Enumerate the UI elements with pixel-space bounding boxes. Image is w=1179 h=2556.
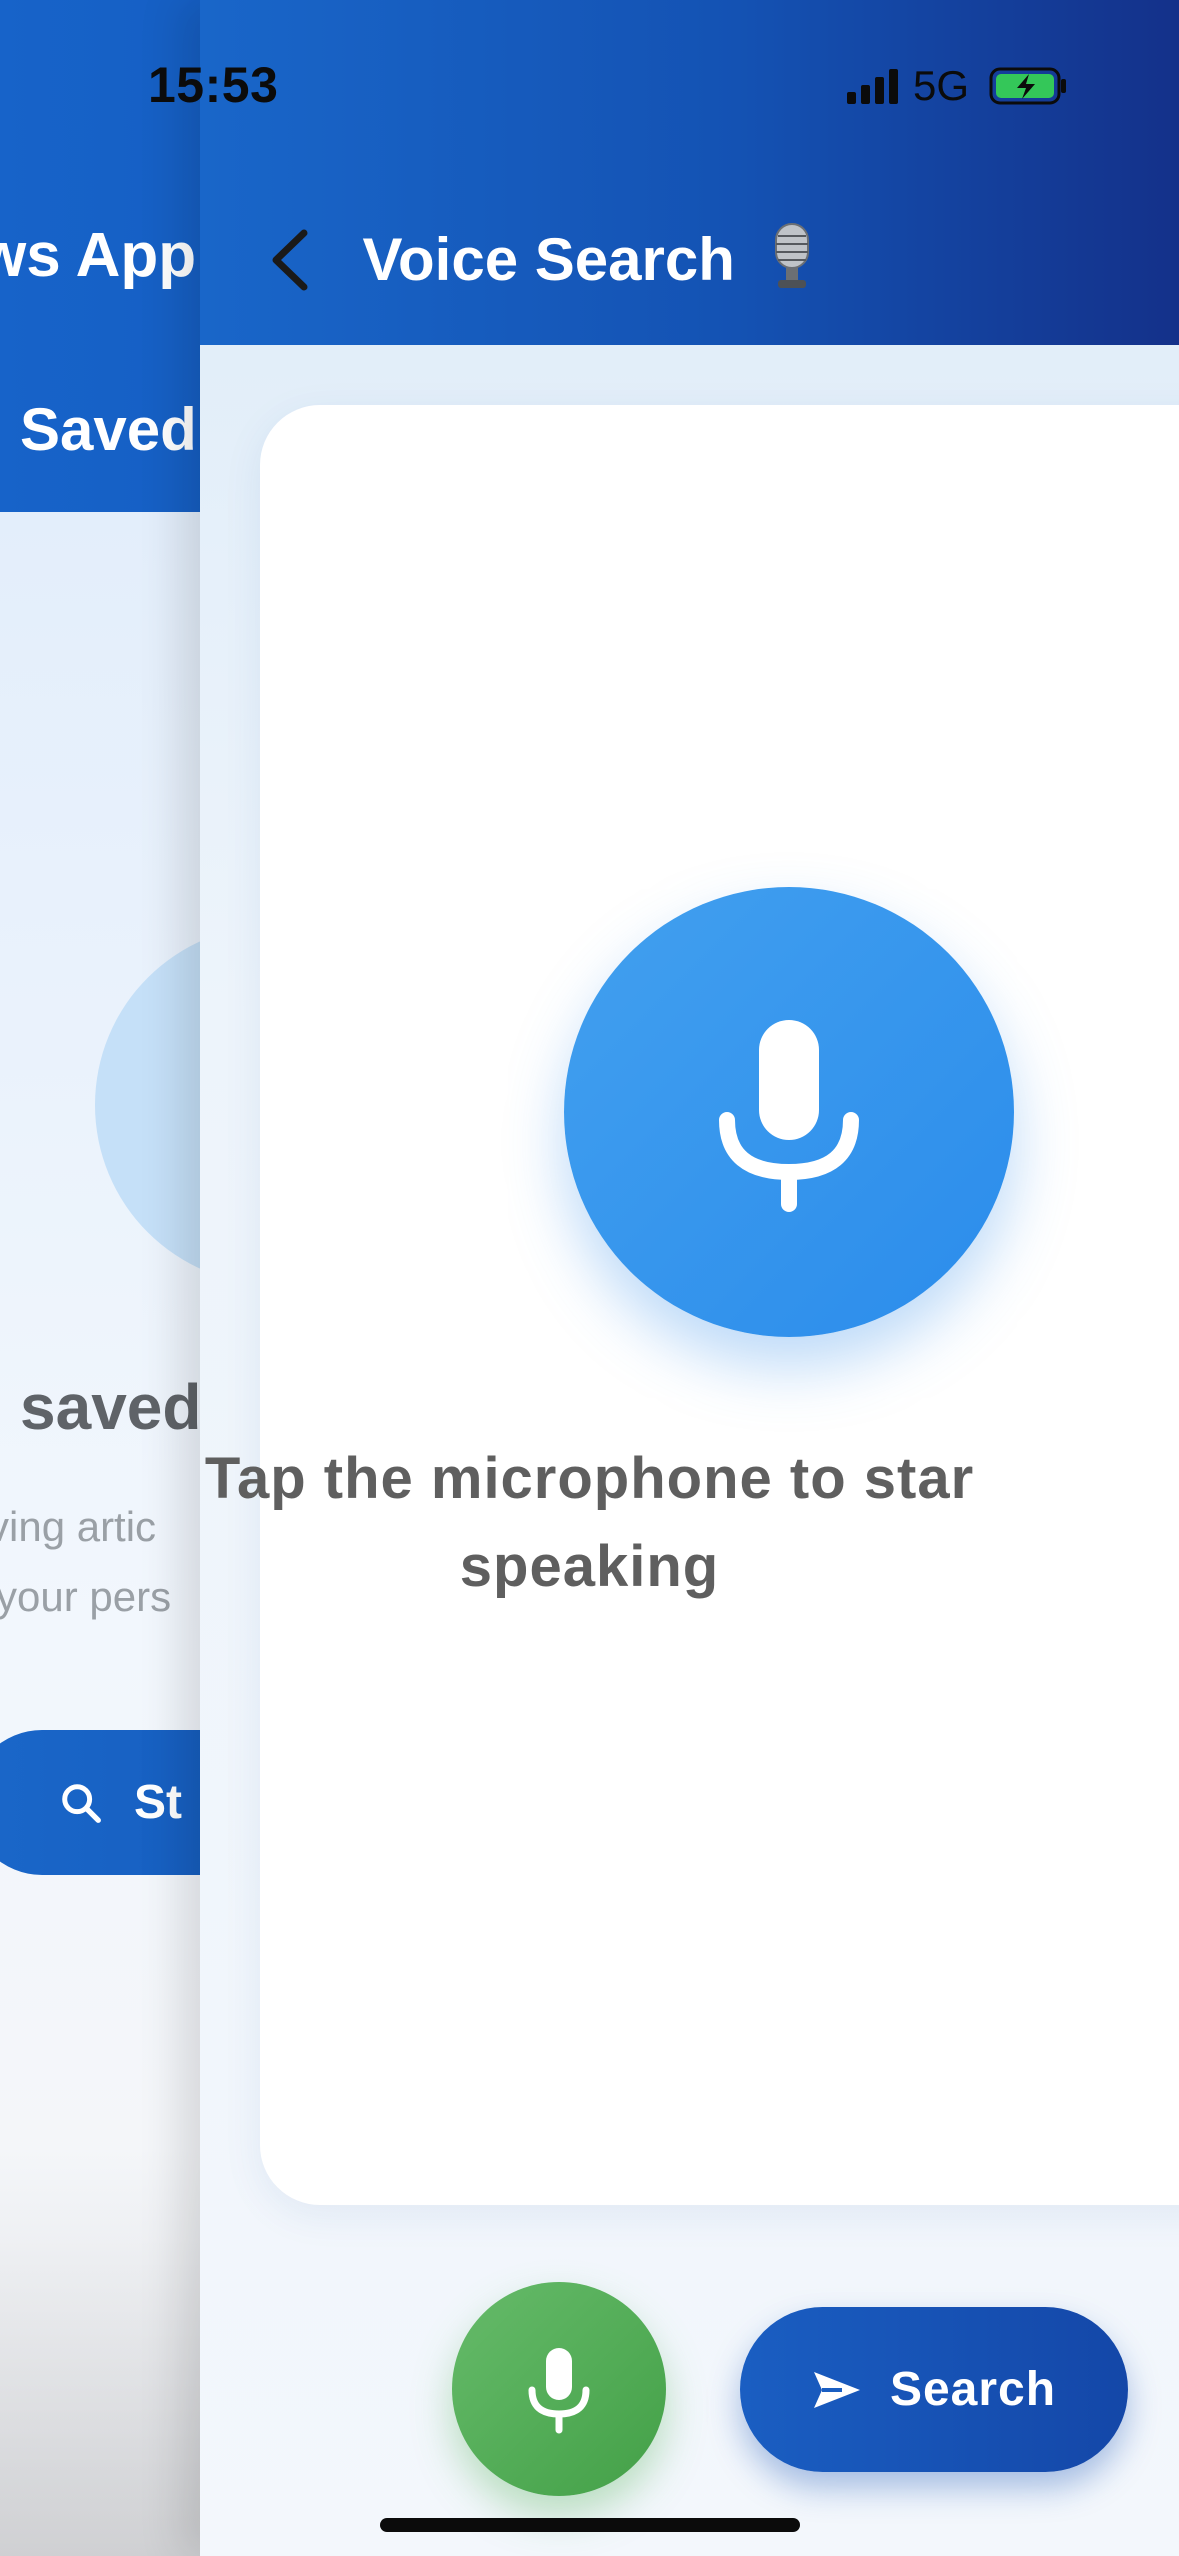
voice-search-page: Voice Search Tap the microphone to star … [200, 0, 1179, 2556]
studio-microphone-icon [766, 222, 818, 306]
background-empty-text: your pers [0, 1573, 172, 1620]
voice-prompt-line: Tap the microphone to star [204, 1446, 975, 1511]
network-type: 5G [913, 62, 970, 109]
search-button-label: Search [889, 2363, 1057, 2416]
voice-prompt: Tap the microphone to star speaking [200, 1435, 1179, 1611]
search-icon [62, 1783, 101, 1823]
page-title-text: Voice Search [362, 225, 735, 293]
microphone-icon [528, 2348, 590, 2434]
background-start-label: St [134, 1776, 182, 1829]
background-shadow [0, 2230, 200, 2556]
home-indicator[interactable] [380, 2518, 800, 2532]
background-tab-saved: Saved [20, 396, 197, 463]
start-listening-button[interactable] [564, 887, 1014, 1337]
search-button[interactable]: Search [740, 2307, 1128, 2472]
background-app-title: ws App [0, 221, 197, 290]
microphone-icon [719, 1020, 859, 1212]
status-indicators: 5G [845, 62, 1069, 110]
send-icon [813, 2371, 860, 2408]
app-bar: Voice Search [200, 0, 1179, 345]
voice-prompt-line: speaking [459, 1534, 720, 1599]
background-empty-title: saved [20, 1371, 202, 1443]
battery-charging-icon [989, 67, 1067, 105]
page-title: Voice Search [200, 222, 1179, 306]
background-empty-text: ving artic [0, 1503, 157, 1550]
signal-icon [847, 69, 898, 104]
voice-record-button[interactable] [452, 2282, 666, 2496]
status-time: 15:53 [148, 57, 279, 113]
